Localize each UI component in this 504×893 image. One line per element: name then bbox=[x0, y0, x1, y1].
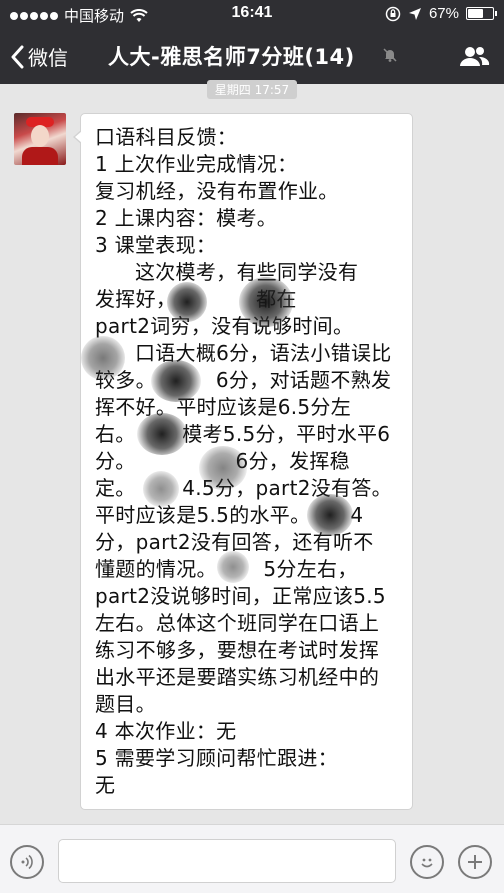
voice-button[interactable] bbox=[10, 845, 44, 879]
message-line: part2没说够时间，正常应该5.5 bbox=[95, 584, 386, 608]
back-label: 微信 bbox=[28, 46, 68, 70]
redaction-mark bbox=[81, 336, 125, 380]
message-line: 这次模考，有些同学没有 bbox=[95, 260, 359, 284]
back-button[interactable]: 微信 bbox=[10, 42, 68, 71]
redaction-mark bbox=[239, 277, 293, 327]
battery-level bbox=[468, 9, 483, 18]
message-line: 4 本次作业：无 bbox=[95, 719, 237, 743]
message-timestamp: 星期四 17:57 bbox=[206, 80, 298, 99]
message-line: 左右。总体这个班同学在口语上 bbox=[95, 611, 380, 635]
message-bubble[interactable]: 口语科目反馈： 1 上次作业完成情况： 复习机经，没有布置作业。 2 上课内容：模考。… bbox=[73, 113, 413, 810]
message-line: 口语大概6分，语法小错误比 bbox=[95, 341, 392, 365]
rotation-lock-icon bbox=[385, 6, 401, 21]
message-line: 无 bbox=[95, 773, 116, 797]
message-text: 口语科目反馈： 1 上次作业完成情况： 复习机经，没有布置作业。 2 上课内容：模考。… bbox=[95, 124, 400, 799]
battery-icon bbox=[466, 7, 497, 20]
mute-bell-icon bbox=[383, 48, 397, 62]
plus-icon bbox=[468, 855, 482, 869]
redaction-mark bbox=[307, 494, 353, 536]
location-arrow-icon bbox=[408, 7, 421, 20]
chevron-left-icon bbox=[11, 45, 24, 68]
message-line: 口语科目反馈： bbox=[95, 125, 238, 149]
redaction-mark bbox=[137, 413, 187, 455]
message-line: 1 上次作业完成情况： bbox=[95, 152, 298, 176]
chat-title: 人大-雅思名师7分班(14) bbox=[108, 45, 355, 69]
status-right: 67% bbox=[385, 5, 497, 22]
navigation-bar: 微信 人大-雅思名师7分班(14) bbox=[0, 28, 504, 84]
emoji-button[interactable] bbox=[410, 845, 444, 879]
redaction-mark bbox=[143, 471, 179, 507]
message-line: 挥不好。平时应该是6.5分左 bbox=[95, 395, 352, 419]
voice-icon bbox=[21, 854, 33, 870]
avatar[interactable] bbox=[14, 113, 66, 165]
redaction-mark bbox=[199, 446, 247, 490]
timestamp-row: 星期四 17:57 bbox=[0, 79, 504, 99]
group-members-icon[interactable] bbox=[458, 44, 490, 68]
message-line: 题目。 bbox=[95, 692, 156, 716]
message-line: 2 上课内容：模考。 bbox=[95, 206, 278, 230]
message-line: 定。 4.5分，part2没有答。 bbox=[95, 476, 392, 500]
message-line: 分。 6分，发挥稳 bbox=[95, 449, 350, 473]
message-line: 较多。 6分，对话题不熟发 bbox=[95, 368, 392, 392]
message-line: 分，part2没有回答，还有听不 bbox=[95, 530, 374, 554]
message-line: 复习机经，没有布置作业。 bbox=[95, 179, 339, 203]
message-line: 平时应该是5.5的水平。 4 bbox=[95, 503, 364, 527]
redaction-mark bbox=[151, 360, 201, 402]
emoji-icon bbox=[421, 858, 433, 868]
redaction-mark bbox=[217, 551, 249, 583]
message-line: 出水平还是要踏实练习机经中的 bbox=[95, 665, 380, 689]
status-bar: 中国移动 16:41 67% bbox=[0, 0, 504, 28]
redaction-mark bbox=[167, 282, 207, 322]
plus-button[interactable] bbox=[458, 845, 492, 879]
message-line: 5 需要学习顾问帮忙跟进： bbox=[95, 746, 338, 770]
message-line: 练习不够多，要想在考试时发挥 bbox=[95, 638, 380, 662]
message-line: 3 课堂表现： bbox=[95, 233, 217, 257]
battery-percent: 67% bbox=[428, 5, 459, 22]
input-bar bbox=[0, 824, 504, 893]
message-input[interactable] bbox=[58, 839, 396, 883]
